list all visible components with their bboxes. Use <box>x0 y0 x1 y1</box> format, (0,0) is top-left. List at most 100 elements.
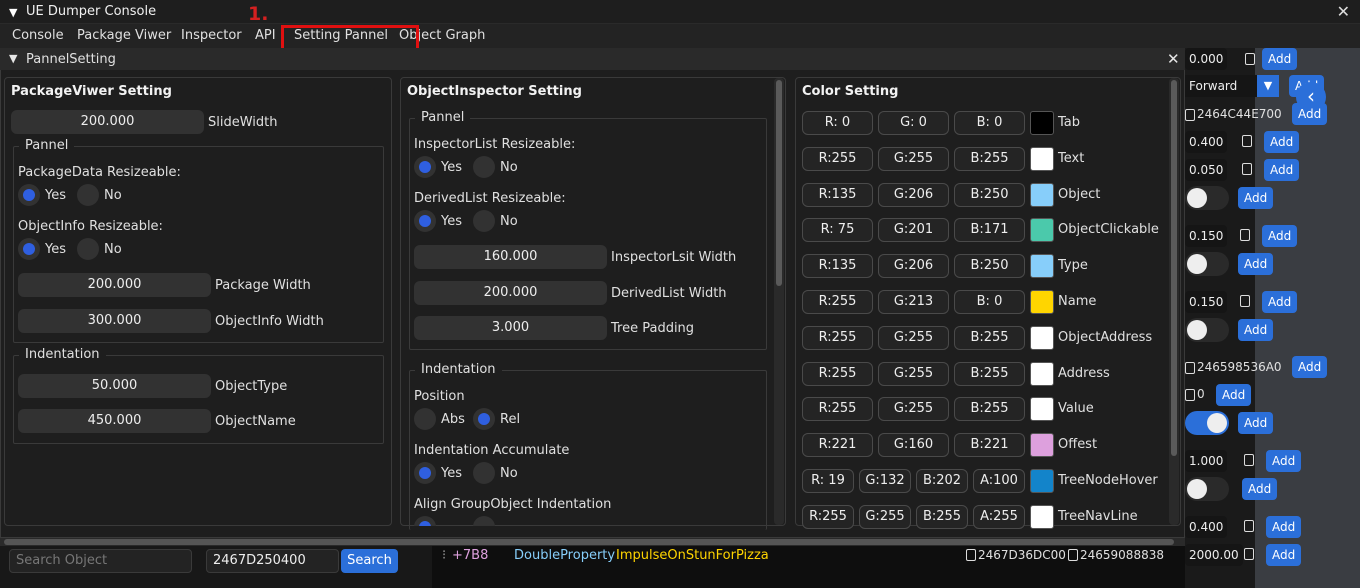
add-button[interactable]: Add <box>1292 103 1328 125</box>
radio-abs[interactable] <box>414 408 436 430</box>
value-field[interactable]: 0.050 <box>1185 159 1228 181</box>
objecttype-field[interactable]: 50.000 <box>18 374 211 398</box>
add-button[interactable]: Add <box>1262 291 1298 313</box>
menu-console[interactable]: Console <box>12 28 64 43</box>
color-swatch[interactable] <box>1030 254 1054 278</box>
color-g-field[interactable]: G:255 <box>859 505 911 529</box>
copy-icon[interactable] <box>1185 362 1195 374</box>
copy-icon[interactable] <box>966 549 976 561</box>
color-g-field[interactable]: G: 0 <box>878 111 949 135</box>
inspectorlist-width-field[interactable]: 160.000 <box>414 245 607 269</box>
color-swatch[interactable] <box>1030 326 1054 350</box>
add-button[interactable]: Add <box>1242 478 1278 500</box>
color-b-field[interactable]: B:255 <box>916 505 968 529</box>
radio-no[interactable] <box>473 462 495 484</box>
objectname-field[interactable]: 450.000 <box>18 409 211 433</box>
copy-icon[interactable] <box>1068 549 1078 561</box>
slide-width-field[interactable]: 200.000 <box>11 110 204 134</box>
add-button[interactable]: Add <box>1238 319 1274 341</box>
vertical-scroll-thumb[interactable] <box>1171 80 1177 456</box>
color-swatch[interactable] <box>1030 218 1054 242</box>
copy-icon[interactable] <box>1240 295 1250 307</box>
collapse-triangle-icon[interactable]: ▼ <box>9 6 17 19</box>
color-b-field[interactable]: B: 0 <box>954 111 1025 135</box>
color-r-field[interactable]: R: 75 <box>802 218 873 242</box>
property-type-text[interactable]: DoubleProperty <box>514 548 615 563</box>
color-g-field[interactable]: G:160 <box>878 433 949 457</box>
color-swatch[interactable] <box>1030 183 1054 207</box>
add-button[interactable]: Add <box>1292 356 1328 378</box>
color-r-field[interactable]: R: 0 <box>802 111 873 135</box>
radio-no[interactable] <box>77 184 99 206</box>
color-g-field[interactable]: G:255 <box>878 397 949 421</box>
copy-icon[interactable] <box>1242 163 1252 175</box>
color-r-field[interactable]: R:255 <box>802 505 854 529</box>
copy-icon[interactable] <box>1240 229 1250 241</box>
color-r-field[interactable]: R:255 <box>802 147 873 171</box>
forward-select[interactable]: Forward <box>1185 75 1257 97</box>
color-r-field[interactable]: R:135 <box>802 183 873 207</box>
close-pannel-icon[interactable]: ✕ <box>1167 50 1180 68</box>
add-button[interactable]: Add <box>1262 48 1298 70</box>
toggle-switch[interactable] <box>1185 318 1229 342</box>
copy-icon[interactable] <box>1244 454 1254 466</box>
color-swatch[interactable] <box>1030 397 1054 421</box>
color-swatch[interactable] <box>1030 111 1054 135</box>
add-button[interactable]: Add <box>1238 187 1274 209</box>
copy-icon[interactable] <box>1244 548 1254 560</box>
color-swatch[interactable] <box>1030 469 1054 493</box>
add-button[interactable]: Add <box>1264 159 1300 181</box>
color-g-field[interactable]: G:132 <box>859 469 911 493</box>
radio-yes[interactable] <box>414 462 436 484</box>
color-g-field[interactable]: G:201 <box>878 218 949 242</box>
radio-no[interactable] <box>77 238 99 260</box>
color-swatch[interactable] <box>1030 505 1054 529</box>
search-button[interactable]: Search <box>341 549 398 573</box>
menu-api[interactable]: API <box>255 28 276 43</box>
value-field[interactable]: 0.000 <box>1185 48 1228 70</box>
horizontal-scroll-thumb[interactable] <box>4 539 1174 545</box>
toggle-switch[interactable] <box>1185 477 1229 501</box>
color-r-field[interactable]: R: 19 <box>802 469 854 493</box>
color-b-field[interactable]: B:202 <box>916 469 968 493</box>
add-button[interactable]: Add <box>1266 450 1302 472</box>
color-g-field[interactable]: G:255 <box>878 326 949 350</box>
color-r-field[interactable]: R:255 <box>802 362 873 386</box>
collapse-triangle-icon[interactable]: ▼ <box>9 52 17 65</box>
radio-yes[interactable] <box>414 156 436 178</box>
radio-yes[interactable] <box>18 238 40 260</box>
copy-icon[interactable] <box>1242 135 1252 147</box>
color-b-field[interactable]: B:255 <box>954 397 1025 421</box>
color-r-field[interactable]: R:255 <box>802 397 873 421</box>
package-width-field[interactable]: 200.000 <box>18 273 211 297</box>
radio-yes[interactable] <box>414 516 436 526</box>
add-button[interactable]: Add <box>1266 544 1302 566</box>
copy-icon[interactable] <box>1245 53 1255 65</box>
radio-no[interactable] <box>473 516 495 526</box>
color-g-field[interactable]: G:206 <box>878 254 949 278</box>
color-g-field[interactable]: G:213 <box>878 290 949 314</box>
value-field[interactable]: 2000.00 <box>1185 544 1243 566</box>
value-field[interactable]: 0.150 <box>1185 291 1228 313</box>
color-g-field[interactable]: G:255 <box>878 362 949 386</box>
color-b-field[interactable]: B: 0 <box>954 290 1025 314</box>
objectinfo-width-field[interactable]: 300.000 <box>18 309 211 333</box>
color-r-field[interactable]: R:135 <box>802 254 873 278</box>
property-name-text[interactable]: ImpulseOnStunForPizza <box>616 548 769 563</box>
color-a-field[interactable]: A:100 <box>973 469 1025 493</box>
radio-yes[interactable] <box>18 184 40 206</box>
color-b-field[interactable]: B:221 <box>954 433 1025 457</box>
color-r-field[interactable]: R:255 <box>802 326 873 350</box>
add-button[interactable]: Add <box>1216 384 1252 406</box>
toggle-switch[interactable] <box>1185 252 1229 276</box>
color-g-field[interactable]: G:206 <box>878 183 949 207</box>
color-b-field[interactable]: B:255 <box>954 362 1025 386</box>
toggle-switch[interactable] <box>1185 186 1229 210</box>
copy-icon[interactable] <box>1185 109 1195 121</box>
add-button[interactable]: Add <box>1262 225 1298 247</box>
chevron-down-icon[interactable]: ▼ <box>1257 75 1279 97</box>
add-button[interactable]: Add <box>1266 516 1302 538</box>
color-swatch[interactable] <box>1030 362 1054 386</box>
add-button[interactable]: Add <box>1264 131 1300 153</box>
vertical-scroll-thumb[interactable] <box>776 80 782 286</box>
